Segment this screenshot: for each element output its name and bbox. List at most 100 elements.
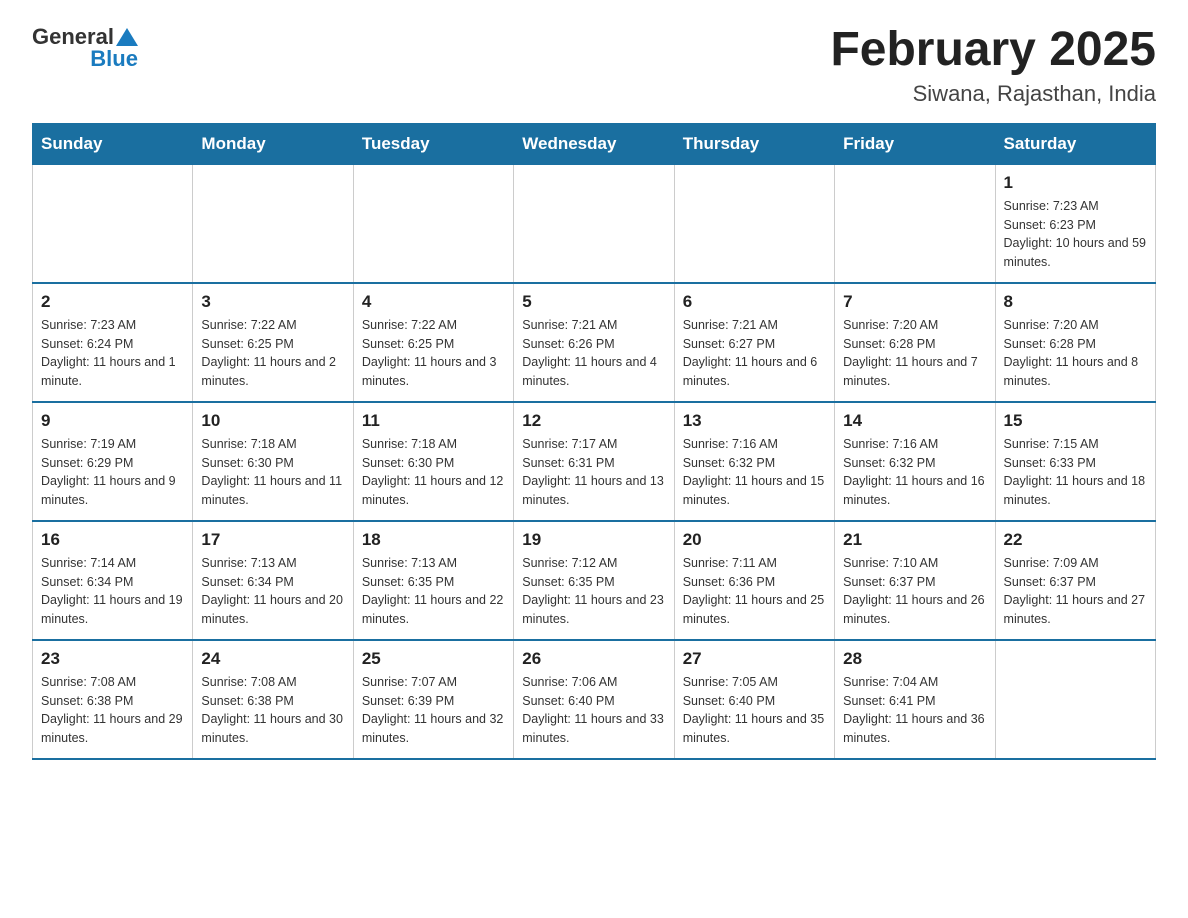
day-number: 7 [843, 292, 986, 312]
weekday-header-tuesday: Tuesday [353, 123, 513, 164]
week-row-4: 16 Sunrise: 7:14 AMSunset: 6:34 PMDayligh… [33, 521, 1156, 640]
day-info: Sunrise: 7:22 AMSunset: 6:25 PMDaylight:… [201, 316, 344, 391]
day-info: Sunrise: 7:04 AMSunset: 6:41 PMDaylight:… [843, 673, 986, 748]
calendar-cell: 21 Sunrise: 7:10 AMSunset: 6:37 PMDayligh… [835, 521, 995, 640]
week-row-3: 9 Sunrise: 7:19 AMSunset: 6:29 PMDaylight… [33, 402, 1156, 521]
day-number: 23 [41, 649, 184, 669]
day-number: 28 [843, 649, 986, 669]
day-number: 2 [41, 292, 184, 312]
calendar-cell: 17 Sunrise: 7:13 AMSunset: 6:34 PMDayligh… [193, 521, 353, 640]
header: General Blue February 2025 Siwana, Rajas… [32, 24, 1156, 107]
day-number: 22 [1004, 530, 1147, 550]
day-info: Sunrise: 7:08 AMSunset: 6:38 PMDaylight:… [41, 673, 184, 748]
calendar-cell [514, 164, 674, 283]
day-number: 24 [201, 649, 344, 669]
calendar-table: SundayMondayTuesdayWednesdayThursdayFrid… [32, 123, 1156, 760]
calendar-cell: 14 Sunrise: 7:16 AMSunset: 6:32 PMDayligh… [835, 402, 995, 521]
day-info: Sunrise: 7:20 AMSunset: 6:28 PMDaylight:… [843, 316, 986, 391]
day-info: Sunrise: 7:13 AMSunset: 6:35 PMDaylight:… [362, 554, 505, 629]
day-info: Sunrise: 7:12 AMSunset: 6:35 PMDaylight:… [522, 554, 665, 629]
day-info: Sunrise: 7:05 AMSunset: 6:40 PMDaylight:… [683, 673, 826, 748]
calendar-cell: 2 Sunrise: 7:23 AMSunset: 6:24 PMDaylight… [33, 283, 193, 402]
week-row-2: 2 Sunrise: 7:23 AMSunset: 6:24 PMDaylight… [33, 283, 1156, 402]
calendar-title: February 2025 [830, 24, 1156, 77]
weekday-header-thursday: Thursday [674, 123, 834, 164]
day-info: Sunrise: 7:16 AMSunset: 6:32 PMDaylight:… [683, 435, 826, 510]
day-info: Sunrise: 7:23 AMSunset: 6:24 PMDaylight:… [41, 316, 184, 391]
day-info: Sunrise: 7:13 AMSunset: 6:34 PMDaylight:… [201, 554, 344, 629]
calendar-cell: 23 Sunrise: 7:08 AMSunset: 6:38 PMDayligh… [33, 640, 193, 759]
calendar-cell: 24 Sunrise: 7:08 AMSunset: 6:38 PMDayligh… [193, 640, 353, 759]
day-number: 5 [522, 292, 665, 312]
week-row-5: 23 Sunrise: 7:08 AMSunset: 6:38 PMDayligh… [33, 640, 1156, 759]
calendar-cell: 19 Sunrise: 7:12 AMSunset: 6:35 PMDayligh… [514, 521, 674, 640]
calendar-cell: 25 Sunrise: 7:07 AMSunset: 6:39 PMDayligh… [353, 640, 513, 759]
calendar-subtitle: Siwana, Rajasthan, India [830, 81, 1156, 107]
day-number: 10 [201, 411, 344, 431]
calendar-cell [674, 164, 834, 283]
day-number: 8 [1004, 292, 1147, 312]
calendar-cell: 27 Sunrise: 7:05 AMSunset: 6:40 PMDayligh… [674, 640, 834, 759]
calendar-cell [193, 164, 353, 283]
day-info: Sunrise: 7:22 AMSunset: 6:25 PMDaylight:… [362, 316, 505, 391]
weekday-header-monday: Monday [193, 123, 353, 164]
day-info: Sunrise: 7:18 AMSunset: 6:30 PMDaylight:… [362, 435, 505, 510]
calendar-cell: 13 Sunrise: 7:16 AMSunset: 6:32 PMDayligh… [674, 402, 834, 521]
day-number: 27 [683, 649, 826, 669]
day-number: 25 [362, 649, 505, 669]
day-number: 21 [843, 530, 986, 550]
logo-blue-text: Blue [90, 46, 138, 72]
day-number: 11 [362, 411, 505, 431]
day-info: Sunrise: 7:11 AMSunset: 6:36 PMDaylight:… [683, 554, 826, 629]
day-number: 20 [683, 530, 826, 550]
day-info: Sunrise: 7:10 AMSunset: 6:37 PMDaylight:… [843, 554, 986, 629]
day-number: 19 [522, 530, 665, 550]
weekday-header-saturday: Saturday [995, 123, 1155, 164]
day-number: 18 [362, 530, 505, 550]
calendar-cell: 28 Sunrise: 7:04 AMSunset: 6:41 PMDayligh… [835, 640, 995, 759]
calendar-cell: 16 Sunrise: 7:14 AMSunset: 6:34 PMDayligh… [33, 521, 193, 640]
day-info: Sunrise: 7:21 AMSunset: 6:26 PMDaylight:… [522, 316, 665, 391]
day-info: Sunrise: 7:08 AMSunset: 6:38 PMDaylight:… [201, 673, 344, 748]
day-info: Sunrise: 7:07 AMSunset: 6:39 PMDaylight:… [362, 673, 505, 748]
day-number: 4 [362, 292, 505, 312]
day-info: Sunrise: 7:14 AMSunset: 6:34 PMDaylight:… [41, 554, 184, 629]
calendar-cell: 22Sunrise: 7:09 AMSunset: 6:37 PMDayligh… [995, 521, 1155, 640]
calendar-cell [353, 164, 513, 283]
calendar-cell: 11 Sunrise: 7:18 AMSunset: 6:30 PMDayligh… [353, 402, 513, 521]
calendar-cell: 1Sunrise: 7:23 AMSunset: 6:23 PMDaylight… [995, 164, 1155, 283]
calendar-cell: 10Sunrise: 7:18 AMSunset: 6:30 PMDayligh… [193, 402, 353, 521]
calendar-cell [995, 640, 1155, 759]
calendar-cell: 4 Sunrise: 7:22 AMSunset: 6:25 PMDaylight… [353, 283, 513, 402]
calendar-cell [835, 164, 995, 283]
day-info: Sunrise: 7:23 AMSunset: 6:23 PMDaylight:… [1004, 197, 1147, 272]
day-number: 14 [843, 411, 986, 431]
day-number: 16 [41, 530, 184, 550]
calendar-cell: 5 Sunrise: 7:21 AMSunset: 6:26 PMDaylight… [514, 283, 674, 402]
day-number: 6 [683, 292, 826, 312]
day-info: Sunrise: 7:19 AMSunset: 6:29 PMDaylight:… [41, 435, 184, 510]
calendar-cell: 3 Sunrise: 7:22 AMSunset: 6:25 PMDaylight… [193, 283, 353, 402]
day-number: 9 [41, 411, 184, 431]
calendar-cell: 9 Sunrise: 7:19 AMSunset: 6:29 PMDaylight… [33, 402, 193, 521]
day-number: 17 [201, 530, 344, 550]
calendar-cell: 15Sunrise: 7:15 AMSunset: 6:33 PMDayligh… [995, 402, 1155, 521]
day-info: Sunrise: 7:06 AMSunset: 6:40 PMDaylight:… [522, 673, 665, 748]
calendar-cell: 18 Sunrise: 7:13 AMSunset: 6:35 PMDayligh… [353, 521, 513, 640]
weekday-header-row: SundayMondayTuesdayWednesdayThursdayFrid… [33, 123, 1156, 164]
day-number: 12 [522, 411, 665, 431]
calendar-cell [33, 164, 193, 283]
day-info: Sunrise: 7:16 AMSunset: 6:32 PMDaylight:… [843, 435, 986, 510]
day-number: 13 [683, 411, 826, 431]
day-info: Sunrise: 7:15 AMSunset: 6:33 PMDaylight:… [1004, 435, 1147, 510]
calendar-cell: 26Sunrise: 7:06 AMSunset: 6:40 PMDayligh… [514, 640, 674, 759]
calendar-cell: 7 Sunrise: 7:20 AMSunset: 6:28 PMDaylight… [835, 283, 995, 402]
calendar-cell: 6Sunrise: 7:21 AMSunset: 6:27 PMDaylight… [674, 283, 834, 402]
weekday-header-sunday: Sunday [33, 123, 193, 164]
weekday-header-friday: Friday [835, 123, 995, 164]
day-info: Sunrise: 7:17 AMSunset: 6:31 PMDaylight:… [522, 435, 665, 510]
logo-triangle-icon [116, 28, 138, 46]
calendar-cell: 8Sunrise: 7:20 AMSunset: 6:28 PMDaylight… [995, 283, 1155, 402]
calendar-cell: 12 Sunrise: 7:17 AMSunset: 6:31 PMDayligh… [514, 402, 674, 521]
day-number: 3 [201, 292, 344, 312]
